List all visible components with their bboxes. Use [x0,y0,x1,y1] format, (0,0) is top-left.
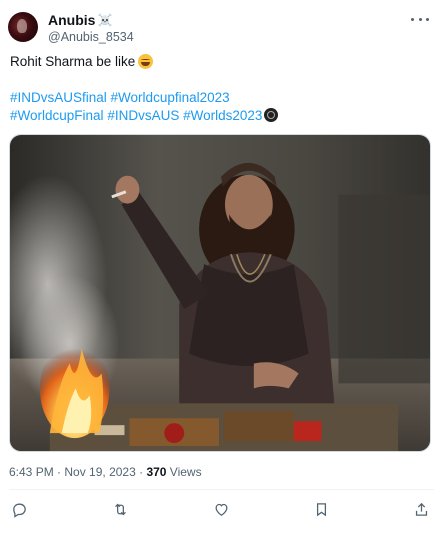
hashtag-link[interactable]: #INDvsAUSfinal [10,90,107,105]
hashtag-link[interactable]: #INDvsAUS [107,108,179,123]
hashtag-link[interactable]: #Worlds2023 [183,108,262,123]
tweet-time[interactable]: 6:43 PM [9,465,54,479]
like-icon [215,503,227,516]
laugh-emoji-icon [138,54,154,69]
tweet-card[interactable]: Anubis ☠️ @Anubis_8534 Rohit Sharma be l… [0,0,443,541]
hashtag-link[interactable]: #WorldcupFinal [10,108,104,123]
more-options-icon[interactable] [411,14,429,24]
reply-icon [12,503,26,518]
retweet-button[interactable] [109,498,131,520]
hashtag-line-2: #WorldcupFinal #INDvsAUS #Worlds2023 [10,107,430,125]
reply-button[interactable] [8,498,30,520]
views-label: Views [166,465,202,479]
like-button[interactable] [210,498,232,520]
display-name[interactable]: Anubis [48,12,95,29]
tweet-date[interactable]: Nov 19, 2023 [64,465,135,479]
views-count: 370 [146,465,167,479]
hashtag-link[interactable]: #Worldcupfinal2023 [111,90,230,105]
hashtags: #INDvsAUSfinal #Worldcupfinal2023 #World… [10,89,430,125]
tweet-photo[interactable] [9,134,431,452]
tweet-text: Rohit Sharma be like [10,53,154,70]
avatar[interactable] [8,12,38,42]
photo-image [10,135,430,451]
share-icon [415,502,427,516]
tweet-meta: 6:43 PM · Nov 19, 2023 · 370 Views [9,465,202,480]
bookmark-button[interactable] [310,498,332,520]
author-name-row[interactable]: Anubis ☠️ [48,12,112,29]
hashflag-icon [264,108,279,122]
action-bar [0,498,443,522]
retweet-icon [114,503,126,515]
meta-separator: · [53,465,65,479]
share-button[interactable] [410,498,432,520]
hashtag-line-1: #INDvsAUSfinal #Worldcupfinal2023 [10,89,430,107]
author-handle[interactable]: @Anubis_8534 [48,30,134,45]
divider [9,489,434,490]
skull-icon: ☠️ [97,13,113,27]
tweet-text-content: Rohit Sharma be like [10,54,136,69]
bookmark-icon [316,502,326,516]
meta-separator: · [135,465,147,479]
